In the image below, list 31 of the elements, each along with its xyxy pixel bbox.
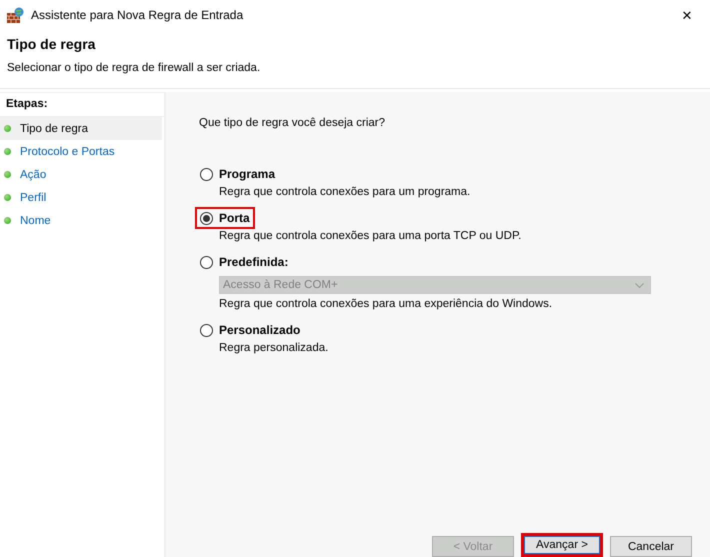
radio-button[interactable]	[200, 324, 213, 336]
window-title: Assistente para Nova Regra de Entrada	[31, 8, 244, 22]
step-item[interactable]: Protocolo e Portas	[0, 140, 162, 163]
radio-button[interactable]	[200, 212, 213, 224]
cancel-button[interactable]: Cancelar	[610, 536, 692, 557]
close-button[interactable]: ✕	[664, 0, 710, 30]
status-dot-icon	[4, 194, 11, 201]
step-item[interactable]: Tipo de regra	[0, 117, 162, 140]
status-dot-icon	[4, 171, 11, 178]
option-description: Regra que controla conexões para uma experiência do Windows.	[219, 298, 554, 310]
page-subtitle: Selecionar o tipo de regra de firewall a ser criada.	[7, 62, 262, 74]
step-item[interactable]: Perfil	[0, 186, 162, 209]
radio-button[interactable]	[200, 256, 213, 268]
page-title: Tipo de regra	[7, 36, 96, 52]
firewall-icon	[7, 6, 25, 24]
question-text: Que tipo de regra você deseja criar?	[199, 117, 386, 129]
option-description: Regra que controla conexões para uma porta TCP ou UDP.	[219, 230, 522, 242]
step-item[interactable]: Nome	[0, 209, 162, 232]
status-dot-icon	[4, 148, 11, 155]
radio-option[interactable]: Porta	[200, 211, 250, 225]
chevron-down-icon	[635, 282, 644, 288]
radio-button[interactable]	[200, 168, 213, 180]
status-dot-icon	[4, 217, 11, 224]
status-dot-icon	[4, 125, 11, 132]
next-button[interactable]: Avançar >	[521, 533, 603, 557]
option-description: Regra personalizada.	[219, 342, 330, 354]
radio-option[interactable]: Programa	[200, 167, 276, 181]
step-item[interactable]: Ação	[0, 163, 162, 186]
radio-option[interactable]: Predefinida:	[200, 255, 288, 269]
option-description: Regra que controla conexões para um programa.	[219, 186, 472, 198]
radio-option[interactable]: Personalizado	[200, 323, 300, 337]
